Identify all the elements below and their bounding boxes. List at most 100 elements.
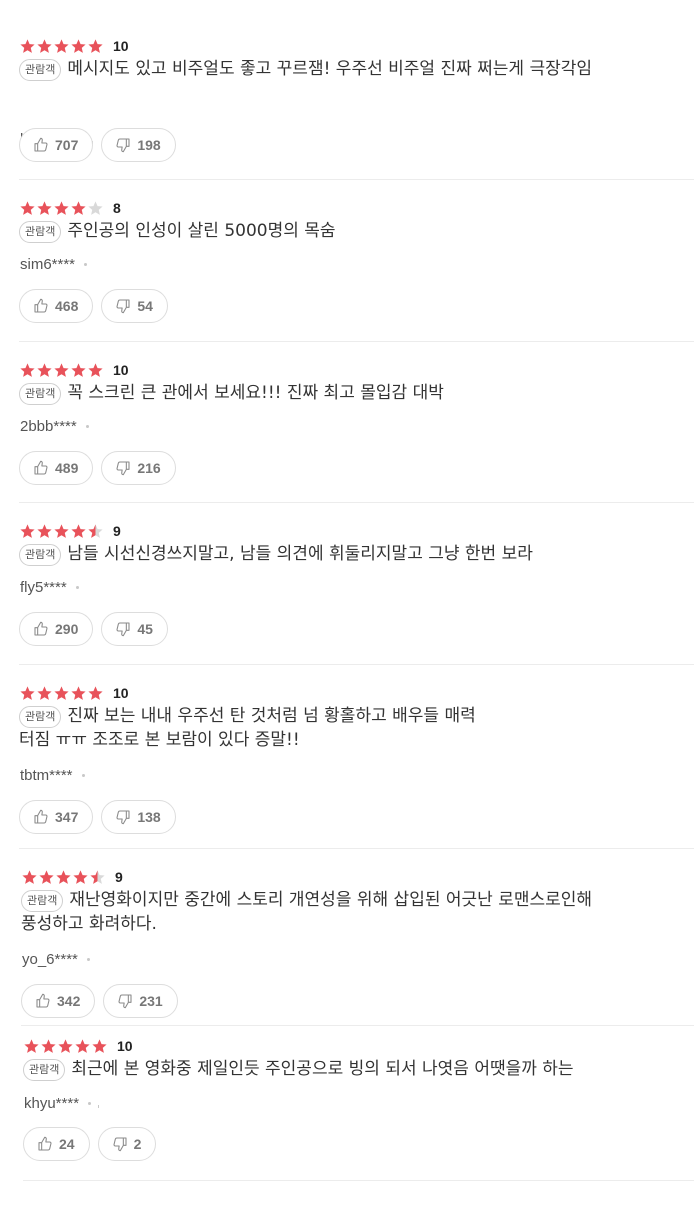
- separator-dot: [88, 1101, 92, 1105]
- thumbs-up-icon: [38, 1136, 52, 1151]
- like-count: 707: [55, 137, 79, 153]
- viewer-badge: 관람객: [23, 1059, 66, 1081]
- review-item: 9 관람객 재난영화이지만 중간에 스토리 개연성을 위해 삽입된 어긋난 로맨스로…: [21, 868, 694, 1026]
- like-button[interactable]: 347: [19, 800, 94, 834]
- review-text: 재난영화이지만 중간에 스토리 개연성을 위해 삽입된 어긋난 로맨스로인해: [69, 890, 593, 910]
- review-body: 관람객 진짜 보는 내내 우주선 탄 것처럼 넘 황홀하고 배우들 매력 터짐 ㅠㅠ…: [19, 704, 684, 752]
- like-button[interactable]: 707: [19, 128, 94, 162]
- thumbs-up-icon: [34, 809, 48, 824]
- viewer-badge: 관람객: [21, 890, 64, 912]
- review-item: 10 관람객 진짜 보는 내내 우주선 탄 것처럼 넘 황홀하고 배우들 매력 터짐 …: [19, 684, 694, 849]
- rating-score: 10: [117, 1038, 133, 1054]
- like-button[interactable]: 489: [19, 451, 94, 485]
- rating-row: 8: [19, 199, 121, 217]
- rating-row: 10: [23, 1037, 133, 1055]
- like-button[interactable]: 290: [19, 612, 94, 646]
- rating-score: 9: [113, 523, 121, 539]
- like-count: 24: [59, 1136, 75, 1152]
- review-text: 최근에 본 영화중 제일인듯 주인공으로 빙의 되서 나엿음 어땟을까 하는: [71, 1059, 574, 1079]
- vote-buttons: 290 45: [19, 612, 168, 646]
- vote-buttons: 342 231: [21, 984, 178, 1018]
- star-filled-icon: [54, 685, 69, 700]
- dislike-button[interactable]: 231: [103, 984, 178, 1018]
- star-filled-icon: [54, 38, 69, 53]
- star-filled-icon: [88, 362, 103, 377]
- thumbs-down-icon: [118, 994, 132, 1009]
- star-filled-icon: [75, 1038, 90, 1053]
- dislike-button[interactable]: 216: [101, 451, 176, 485]
- rating-score: 9: [115, 869, 123, 885]
- dislike-button[interactable]: 54: [101, 289, 168, 323]
- review-body: 관람객 남들 시선신경쓰지말고, 남들 의견에 휘둘리지말고 그냥 한번 보라: [19, 542, 684, 566]
- review-item: 10 관람객 꼭 스크린 큰 관에서 보세요!!! 진짜 최고 몰입감 대박 2bbb…: [19, 361, 694, 503]
- star-filled-icon: [20, 362, 35, 377]
- reviewer-id: 2bbb****: [20, 417, 77, 435]
- dislike-button[interactable]: 45: [101, 612, 168, 646]
- star-filled-icon: [37, 362, 52, 377]
- dislike-button[interactable]: 198: [101, 128, 176, 162]
- star-filled-icon: [71, 685, 86, 700]
- thumbs-down-icon: [116, 299, 130, 314]
- rating-row: 9: [19, 522, 121, 540]
- dislike-button[interactable]: 138: [101, 800, 176, 834]
- thumbs-up-icon: [34, 137, 48, 152]
- like-count: 489: [55, 460, 79, 476]
- star-filled-icon: [41, 1038, 56, 1053]
- review-text: 진짜 보는 내내 우주선 탄 것처럼 넘 황홀하고 배우들 매력: [67, 706, 476, 726]
- star-filled-icon: [20, 38, 35, 53]
- star-rating: [19, 361, 104, 379]
- like-button[interactable]: 24: [23, 1127, 90, 1161]
- review-body: 관람객 메시지도 있고 비주얼도 좋고 꾸르잼! 우주선 비주얼 진짜 쩌는게 극…: [19, 57, 684, 81]
- like-count: 290: [55, 621, 79, 637]
- star-filled-icon: [37, 38, 52, 53]
- rating-score: 10: [113, 38, 129, 54]
- dislike-button[interactable]: 2: [97, 1127, 157, 1161]
- dislike-count: 54: [137, 298, 153, 314]
- vote-buttons: 347 138: [19, 800, 176, 834]
- star-filled-icon: [20, 685, 35, 700]
- dislike-count: 198: [137, 137, 161, 153]
- dislike-count: 2: [133, 1136, 142, 1152]
- review-meta: khyu****: [24, 1093, 100, 1113]
- review-item: 9 관람객 남들 시선신경쓰지말고, 남들 의견에 휘둘리지말고 그냥 한번 보라 f…: [19, 522, 694, 665]
- vote-buttons: 468 54: [19, 289, 168, 323]
- rating-row: 10: [19, 361, 129, 379]
- dislike-count: 45: [137, 621, 153, 637]
- reviewer-id: sim6****: [20, 255, 76, 273]
- like-button[interactable]: 342: [21, 984, 96, 1018]
- reviewer-id: tbtm****: [20, 766, 73, 784]
- star-filled-icon: [37, 200, 52, 215]
- star-rating: [19, 684, 104, 702]
- review-meta: 2bbb****: [20, 416, 89, 436]
- separator-tick: [98, 1104, 100, 1108]
- review-meta: fly5****: [20, 577, 79, 597]
- separator-dot: [75, 585, 79, 589]
- star-filled-icon: [37, 685, 52, 700]
- rating-score: 10: [113, 362, 129, 378]
- review-body: 관람객 재난영화이지만 중간에 스토리 개연성을 위해 삽입된 어긋난 로맨스로인…: [21, 888, 684, 936]
- separator-dot: [86, 957, 90, 961]
- thumbs-down-icon: [113, 1137, 127, 1152]
- star-filled-icon: [54, 523, 69, 538]
- thumbs-up-icon: [34, 298, 48, 313]
- star-filled-icon: [71, 362, 86, 377]
- separator-dot: [85, 424, 89, 428]
- rating-row: 9: [21, 868, 123, 886]
- dislike-count: 216: [137, 460, 161, 476]
- star-filled-icon: [20, 200, 35, 215]
- thumbs-up-icon: [34, 460, 48, 475]
- star-rating: [19, 37, 104, 55]
- star-filled-icon: [20, 523, 35, 538]
- star-filled-icon: [88, 685, 103, 700]
- reviewer-id: khyu****: [24, 1094, 80, 1112]
- review-item: 8 관람객 주인공의 인성이 살린 5000명의 목숨 sim6**** 468 54: [19, 199, 694, 342]
- star-filled-icon: [71, 200, 86, 215]
- review-text-continued: 터짐 ㅠㅠ 조조로 본 보람이 있다 증말!!: [19, 730, 300, 750]
- like-button[interactable]: 468: [19, 289, 94, 323]
- star-rating: [19, 522, 104, 540]
- rating-score: 10: [113, 685, 129, 701]
- star-filled-icon: [39, 869, 54, 884]
- rating-row: 10: [19, 37, 129, 55]
- star-half-icon: [88, 523, 103, 538]
- thumbs-up-icon: [34, 621, 48, 636]
